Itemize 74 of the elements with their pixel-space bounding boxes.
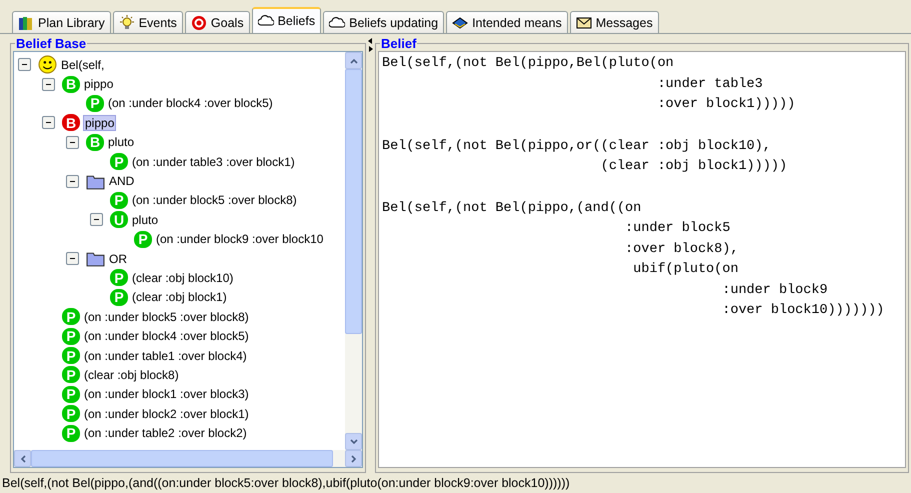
- badge: P: [134, 230, 152, 248]
- status-text: Bel(self,(not Bel(pippo,(and((on:under block5:over block8),ubif(pluto(on:under block9:over block10)))))): [1, 475, 571, 492]
- tree-item[interactable]: (on :under block2 :over block1): [83, 406, 250, 422]
- horizontal-scrollbar[interactable]: [14, 450, 362, 467]
- code-line: Bel(self,(not Bel(pippo,(and((on: [382, 200, 642, 218]
- badge: P: [62, 424, 80, 442]
- splitter-arrows-icon[interactable]: [368, 38, 373, 52]
- badge: P: [62, 308, 80, 326]
- code-line: :over block10))))))): [721, 302, 886, 320]
- tree-item[interactable]: AND: [108, 173, 136, 190]
- tree-item[interactable]: (on :under table3 :over block1): [131, 154, 296, 170]
- badge: P: [62, 386, 80, 403]
- code-line: :over block8),: [624, 240, 740, 258]
- vertical-scrollbar[interactable]: [345, 52, 362, 450]
- code-line: :over block1))))): [656, 96, 796, 114]
- tree-item[interactable]: (on :under block5 :over block8): [131, 192, 298, 208]
- collapse-toggle[interactable]: [42, 116, 55, 130]
- collapse-toggle[interactable]: [90, 213, 103, 226]
- tree-item[interactable]: Bel(self,: [60, 56, 106, 73]
- code-line: :under block5: [624, 220, 732, 238]
- tree-item[interactable]: (clear :obj block8): [83, 366, 180, 383]
- tree-item[interactable]: (on :under table2 :over block2): [83, 425, 248, 442]
- tree-item[interactable]: (clear :obj block10): [131, 270, 234, 286]
- collapse-toggle[interactable]: [66, 136, 79, 149]
- tree-item[interactable]: (on :under block1 :over block3): [83, 386, 250, 402]
- code-line: Bel(self,(not Bel(pippo,Bel(pluto(on: [382, 55, 675, 73]
- code-line: :under table3: [656, 76, 764, 94]
- code-line: (clear :obj block1))))): [600, 158, 788, 176]
- tab[interactable]: Beliefs: [252, 7, 322, 33]
- badge: U: [110, 211, 128, 228]
- lightbulb-icon: [118, 14, 135, 30]
- badge: P: [110, 288, 128, 306]
- tab[interactable]: Messages: [570, 11, 659, 33]
- tree-item[interactable]: (on :under block5 :over block8): [83, 308, 250, 325]
- panel-title: Belief: [380, 36, 418, 51]
- collapse-toggle[interactable]: [18, 58, 31, 72]
- badge: B: [62, 76, 80, 93]
- code-line: ubif(pluto(on: [632, 261, 740, 279]
- badge: B: [86, 134, 104, 151]
- books-icon: [18, 14, 34, 30]
- envelope-icon: [576, 14, 592, 30]
- panel-title: Belief Base: [15, 36, 88, 51]
- badge: P: [110, 269, 128, 286]
- collapse-toggle[interactable]: [66, 174, 79, 188]
- tree-item[interactable]: (on :under table1 :over block4): [83, 348, 248, 364]
- tree-item[interactable]: pluto: [107, 134, 136, 150]
- tab[interactable]: Goals: [184, 11, 250, 33]
- tree-item[interactable]: pluto: [131, 212, 160, 228]
- tree-item[interactable]: pippo: [83, 114, 116, 131]
- badge: P: [86, 94, 104, 112]
- badge: P: [110, 192, 128, 209]
- tab[interactable]: Plan Library: [12, 11, 111, 33]
- tree-item[interactable]: (on :under block9 :over block10: [155, 231, 324, 248]
- tree-item[interactable]: (on :under block4 :over block5): [107, 95, 274, 112]
- tab[interactable]: Events: [112, 11, 183, 33]
- code-line: Bel(self,(not Bel(pippo,or((clear :obj block10),: [382, 138, 772, 156]
- badge: P: [62, 405, 80, 422]
- tree-item[interactable]: pippo: [83, 76, 114, 92]
- collapse-toggle[interactable]: [42, 78, 55, 91]
- badge: P: [62, 366, 80, 384]
- target-icon: [190, 14, 207, 30]
- collapse-toggle[interactable]: [66, 252, 79, 266]
- badge: B: [62, 114, 80, 132]
- tree-item[interactable]: (on :under block4 :over block5): [83, 328, 250, 344]
- badge: P: [62, 347, 80, 364]
- cloud-icon: [329, 14, 346, 30]
- badge: P: [110, 153, 128, 170]
- tree-item[interactable]: (clear :obj block1): [131, 289, 228, 306]
- tab[interactable]: Intended means: [446, 11, 568, 33]
- tab[interactable]: Beliefs updating: [323, 11, 444, 33]
- tree-item[interactable]: OR: [108, 250, 128, 267]
- code-line: :under block9: [721, 282, 829, 300]
- badge: P: [62, 328, 80, 345]
- smiley-icon: [38, 55, 57, 74]
